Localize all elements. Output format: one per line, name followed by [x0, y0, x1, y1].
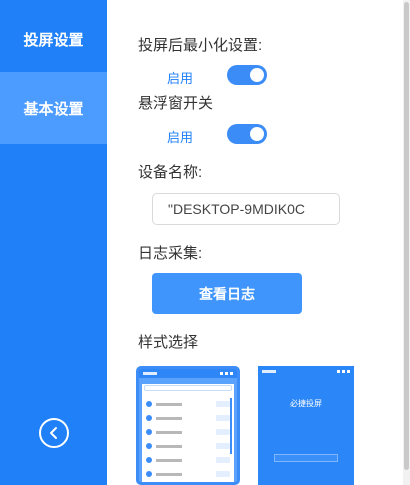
style-option-blue[interactable]: 必捷投屏 [258, 366, 354, 485]
scrollbar[interactable] [403, 0, 410, 485]
device-name-label: 设备名称: [138, 164, 203, 181]
chevron-left-icon [50, 427, 57, 439]
preview-input-bar [274, 454, 338, 462]
sidebar: 投屏设置 基本设置 [0, 0, 107, 485]
preview-title: 必捷投屏 [290, 399, 322, 408]
preview-list-body [142, 384, 234, 482]
collapse-sidebar-button[interactable] [39, 418, 69, 448]
device-name-input[interactable] [152, 193, 340, 225]
view-log-button[interactable]: 查看日志 [152, 273, 302, 314]
scroll-thumb[interactable] [404, 2, 409, 470]
floating-window-label: 悬浮窗开关 [138, 95, 214, 112]
sidebar-item-screen-cast-settings[interactable]: 投屏设置 [0, 3, 107, 75]
preview-titlebar [258, 366, 354, 377]
toggle-knob [250, 127, 264, 141]
log-collection-label: 日志采集: [138, 245, 203, 262]
floating-window-toggle[interactable] [227, 124, 267, 144]
floating-window-toggle-text: 启用 [167, 130, 194, 145]
minimize-toggle[interactable] [227, 65, 267, 85]
minimize-toggle-text: 启用 [167, 71, 194, 86]
minimize-after-cast-label: 投屏后最小化设置: [138, 37, 263, 54]
sidebar-item-basic-settings[interactable]: 基本设置 [0, 72, 107, 144]
toggle-knob [250, 68, 264, 82]
style-selection-label: 样式选择 [138, 334, 199, 351]
preview-titlebar [139, 369, 237, 378]
style-option-list[interactable] [136, 366, 240, 485]
